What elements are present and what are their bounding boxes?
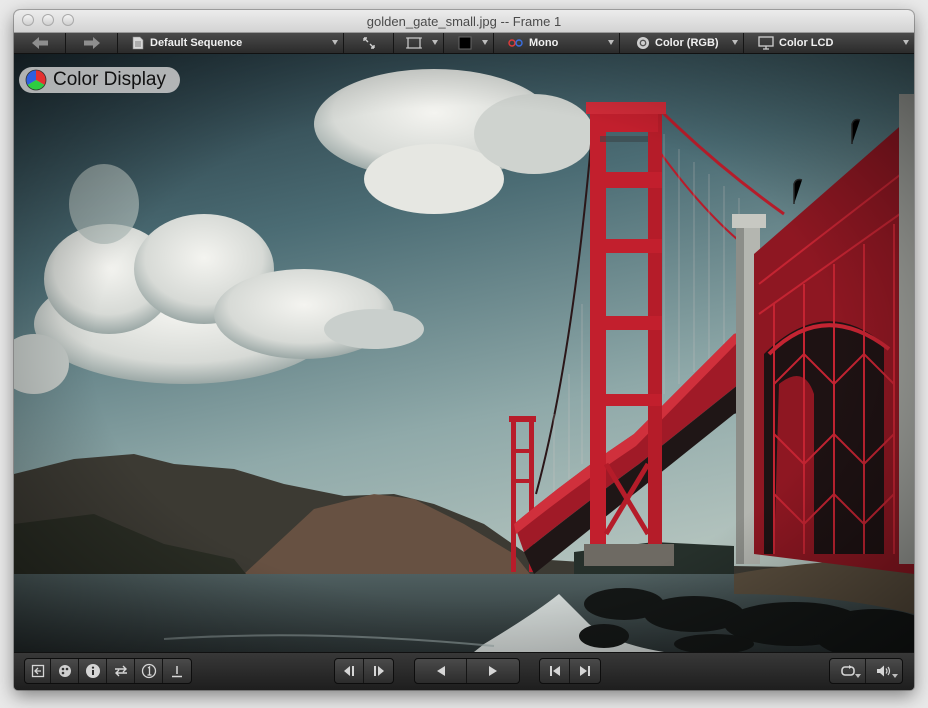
go-to-end-button[interactable] (570, 659, 600, 683)
info-icon (85, 664, 100, 678)
sequence-dropdown[interactable]: Default Sequence (118, 33, 344, 53)
fit-arrows-icon (362, 37, 375, 49)
crop-dropdown[interactable] (394, 33, 444, 53)
play-backward-button[interactable] (415, 659, 467, 683)
rgb-dots-icon (508, 39, 523, 47)
palette-button[interactable] (51, 659, 79, 683)
top-toolbar: Default Sequence Mono Color (RGB) Color … (14, 33, 914, 54)
chevron-down-icon (903, 40, 909, 45)
display-label: Color LCD (779, 37, 834, 49)
go-to-start-button[interactable] (540, 659, 570, 683)
one-to-one-button[interactable] (135, 659, 163, 683)
one-to-one-icon (141, 663, 156, 679)
window-title: golden_gate_small.jpg -- Frame 1 (366, 14, 562, 29)
play-forward-button[interactable] (467, 659, 519, 683)
monitor-icon (758, 36, 774, 50)
loop-icon (840, 665, 855, 676)
volume-icon (877, 665, 891, 677)
forward-button[interactable] (66, 33, 118, 53)
chevron-down-icon (332, 40, 338, 45)
fit-button[interactable] (344, 33, 394, 53)
channel-label: Mono (529, 37, 559, 49)
chevron-down-icon (608, 40, 614, 45)
jump-group (539, 658, 601, 684)
tools-group (24, 658, 192, 684)
chevron-down-icon (892, 674, 898, 678)
step-back-icon (344, 666, 354, 676)
title-bar: golden_gate_small.jpg -- Frame 1 (14, 10, 914, 33)
play-backward-icon (436, 666, 445, 676)
info-button[interactable] (79, 659, 107, 683)
step-forward-button[interactable] (364, 659, 393, 683)
chevron-down-icon (482, 40, 488, 45)
play-forward-icon (489, 666, 497, 676)
color-mode-dropdown[interactable]: Color (RGB) (620, 33, 744, 53)
playback-options-group (829, 658, 903, 684)
black-swatch-icon (458, 36, 472, 50)
go-to-end-icon (580, 666, 590, 676)
viewer-window: golden_gate_small.jpg -- Frame 1 Default… (14, 10, 914, 690)
channel-dropdown[interactable]: Mono (494, 33, 620, 53)
document-icon (132, 36, 144, 50)
step-group (334, 658, 394, 684)
arrow-right-icon (83, 37, 100, 49)
go-to-start-icon (549, 666, 560, 676)
play-group (414, 658, 520, 684)
step-forward-icon (373, 666, 384, 676)
golden-gate-photo (14, 54, 914, 652)
loop-dropdown[interactable] (830, 659, 866, 683)
palette-icon (58, 665, 71, 677)
color-display-label: Color Display (53, 69, 166, 90)
export-button[interactable] (25, 659, 51, 683)
crop-frame-icon (406, 37, 422, 49)
arrow-left-icon (31, 37, 48, 49)
bottom-controls (14, 652, 914, 690)
back-button[interactable] (14, 33, 66, 53)
sequence-label: Default Sequence (150, 37, 243, 49)
export-icon (31, 664, 44, 678)
color-display-badge[interactable]: Color Display (19, 67, 180, 93)
image-viewer[interactable]: Color Display (14, 54, 914, 652)
set-frame-button[interactable] (163, 659, 191, 683)
swap-arrows-icon (114, 665, 127, 677)
volume-dropdown[interactable] (866, 659, 902, 683)
chevron-down-icon (432, 40, 438, 45)
display-dropdown[interactable]: Color LCD (744, 33, 914, 53)
chevron-down-icon (855, 674, 861, 678)
swap-button[interactable] (107, 659, 135, 683)
step-back-button[interactable] (335, 659, 364, 683)
set-frame-icon (172, 666, 182, 678)
chevron-down-icon (732, 40, 738, 45)
color-mode-label: Color (RGB) (655, 37, 719, 49)
color-circle-icon (637, 37, 649, 49)
rgb-wheel-icon (25, 69, 47, 91)
background-color-dropdown[interactable] (444, 33, 494, 53)
